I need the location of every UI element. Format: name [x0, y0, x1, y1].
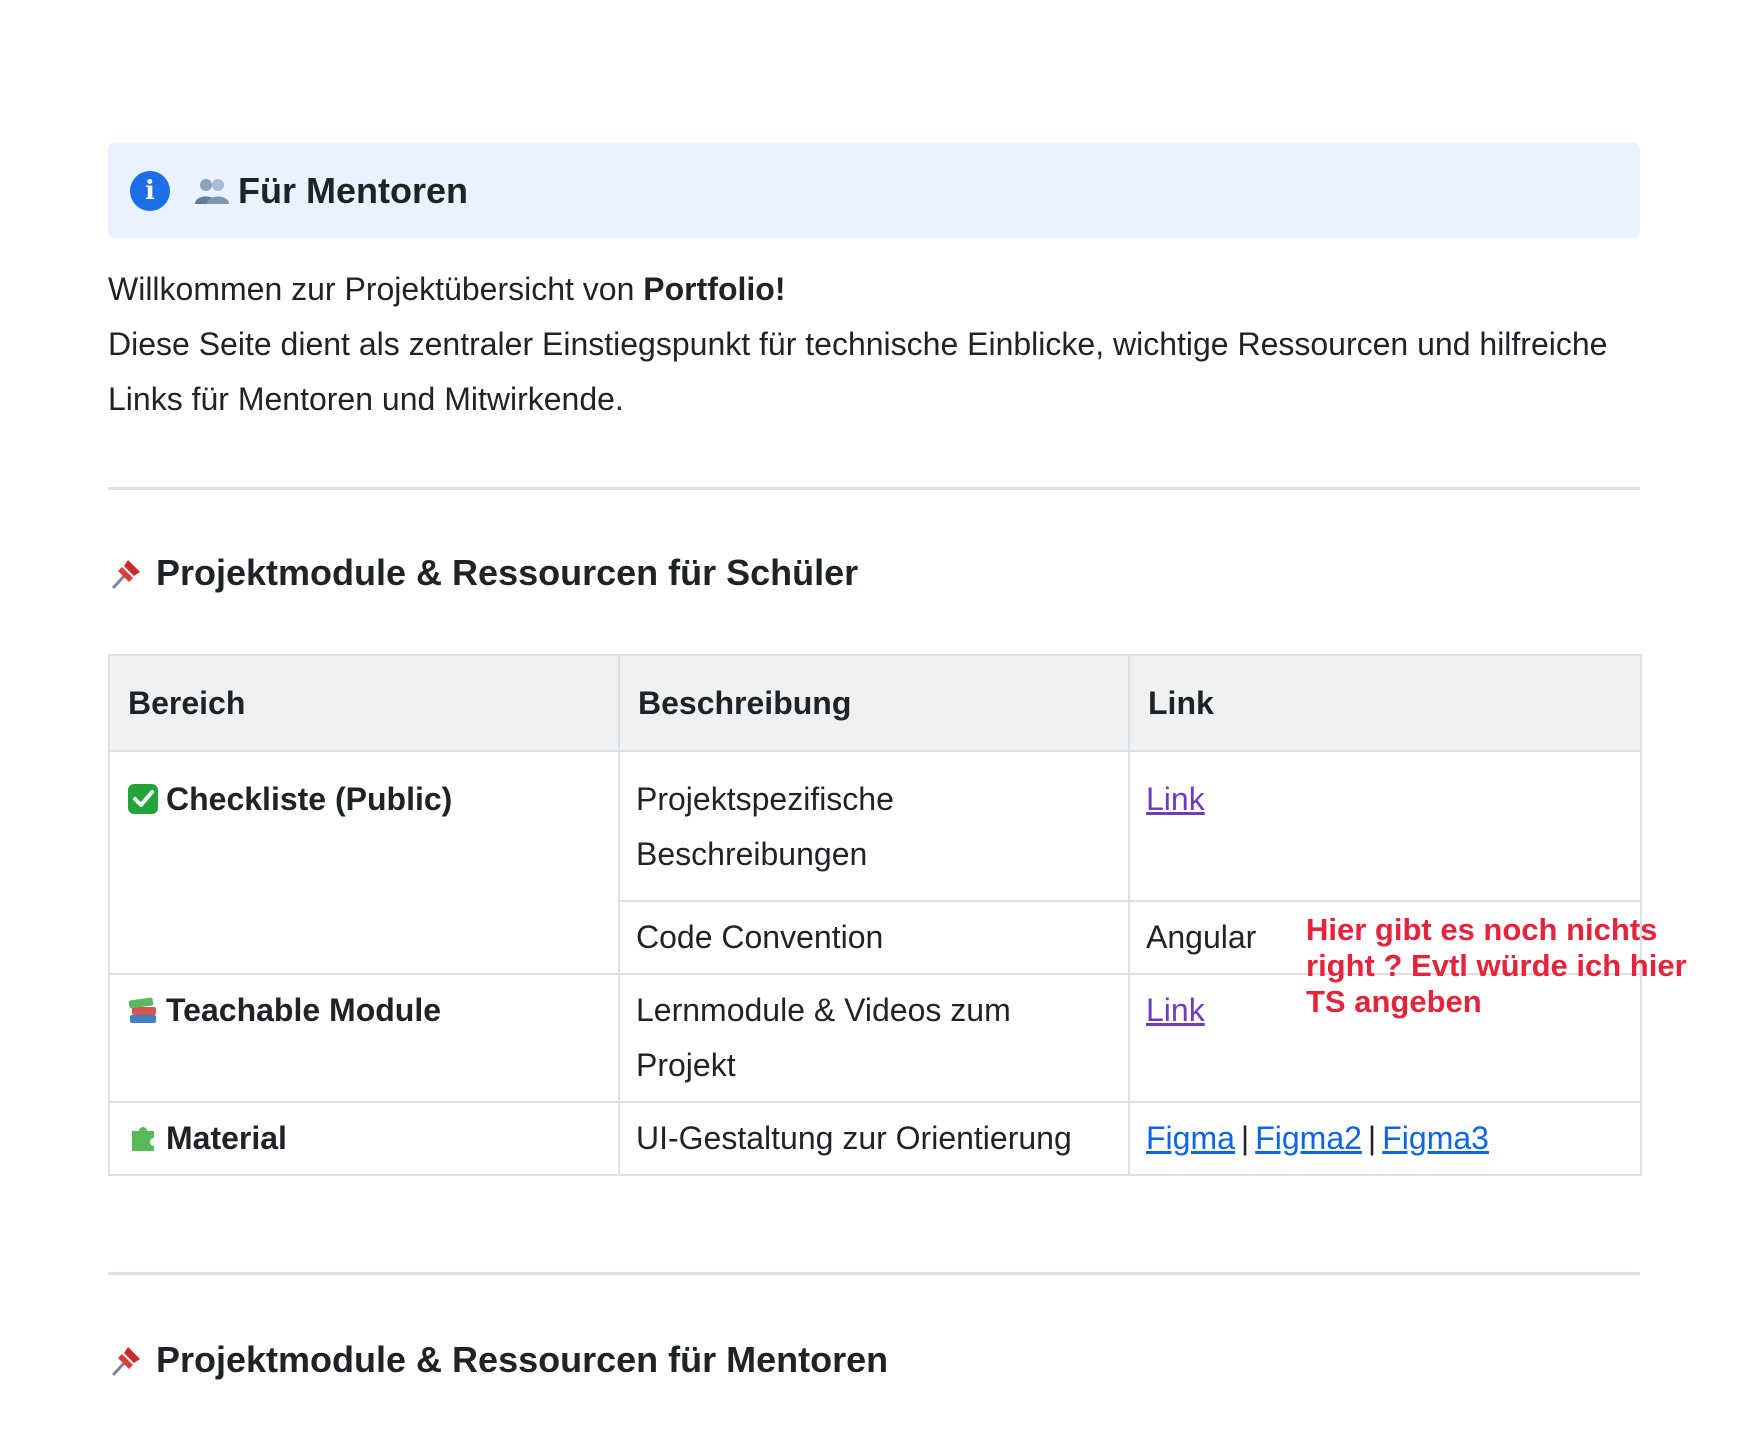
info-panel-title: Für Mentoren: [192, 170, 468, 212]
figma3-link[interactable]: Figma3: [1382, 1120, 1489, 1156]
section-heading-text: Projektmodule & Ressourcen für Schüler: [156, 552, 859, 593]
checkmark-icon: [126, 782, 160, 816]
category-label: Teachable Module: [166, 992, 442, 1028]
table-row: Material UI-Gestaltung zur Orientierung …: [108, 1101, 1642, 1176]
column-header-beschreibung: Beschreibung: [618, 654, 1130, 752]
puzzle-icon: [126, 1121, 160, 1155]
category-teachable: Teachable Module: [126, 983, 602, 1038]
category-material: Material: [126, 1111, 602, 1166]
section-heading-students: Projektmodule & Ressourcen für Schüler: [108, 552, 1640, 594]
table-row: Checkliste (Public) Projektspezifische B…: [108, 750, 1642, 975]
category-checkliste: Checkliste (Public): [126, 772, 602, 827]
description-cell: Lernmodule & Videos zum Projekt: [618, 973, 1130, 1103]
description-cell: Projektspezifische Beschreibungen: [618, 750, 1130, 902]
books-icon: [126, 993, 160, 1027]
divider: [108, 1272, 1640, 1275]
figma2-link[interactable]: Figma2: [1255, 1120, 1362, 1156]
column-header-link: Link: [1128, 654, 1642, 752]
description-cell: UI-Gestaltung zur Orientierung: [618, 1101, 1130, 1176]
pushpin-icon: [108, 554, 146, 592]
category-cell: Checkliste (Public): [108, 750, 620, 975]
column-header-bereich: Bereich: [108, 654, 620, 752]
info-icon: i: [130, 170, 170, 211]
category-label: Checkliste (Public): [166, 781, 453, 817]
people-icon: [192, 174, 232, 208]
intro-line-2: Diese Seite dient als zentraler Einstieg…: [108, 326, 1608, 417]
info-panel: i Für Mentoren: [108, 143, 1640, 238]
checkliste-link[interactable]: Link: [1146, 781, 1205, 817]
category-label: Material: [166, 1120, 287, 1156]
description-cell: Code Convention: [618, 900, 1130, 975]
review-annotation: Hier gibt es noch nichts right ? Evtl wü…: [1306, 912, 1687, 1019]
intro-line-1: Willkommen zur Projektübersicht von Port…: [108, 262, 1640, 317]
divider: [108, 487, 1640, 490]
link-separator: |: [1240, 1120, 1250, 1156]
section-heading-text: Projektmodule & Ressourcen für Mentoren: [156, 1339, 889, 1380]
intro-prefix: Willkommen zur Projektübersicht von: [108, 271, 644, 307]
info-panel-title-text: Für Mentoren: [238, 169, 468, 211]
figma-link[interactable]: Figma: [1146, 1120, 1235, 1156]
project-name: Portfolio!: [643, 271, 786, 307]
link-cell: Link: [1128, 750, 1642, 902]
link-separator: |: [1367, 1120, 1377, 1156]
category-cell: Material: [108, 1101, 620, 1176]
category-cell: Teachable Module: [108, 973, 620, 1103]
teachable-link[interactable]: Link: [1146, 992, 1205, 1028]
link-cell: Figma | Figma2 | Figma3: [1128, 1101, 1642, 1176]
table-header-row: Bereich Beschreibung Link: [108, 654, 1642, 752]
page-content: i Für Mentoren Willkommen zur Projektübe…: [108, 143, 1642, 1381]
pushpin-icon: [108, 1341, 146, 1379]
section-heading-mentors: Projektmodule & Ressourcen für Mentoren: [108, 1339, 1640, 1381]
intro-text: Willkommen zur Projektübersicht von Port…: [108, 262, 1640, 427]
